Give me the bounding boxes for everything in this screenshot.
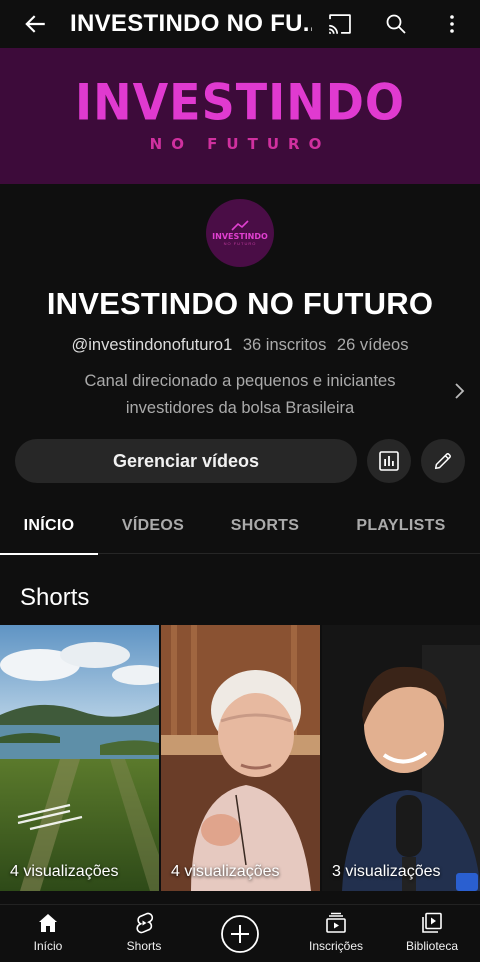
banner-title: INVESTINDO (74, 72, 406, 132)
shorts-section-title: Shorts (20, 584, 90, 611)
tab-playlists[interactable]: PLAYLISTS (322, 498, 480, 554)
nav-create[interactable] (192, 905, 288, 962)
nav-home[interactable]: Início (0, 905, 96, 962)
home-icon (39, 914, 57, 932)
back-button[interactable] (0, 0, 70, 48)
short-view-count: 4 visualizações (171, 863, 280, 880)
nav-subscriptions[interactable]: Inscrições (288, 905, 384, 962)
channel-name: INVESTINDO NO FUTURO (46, 286, 434, 321)
more-vertical-icon (450, 15, 454, 33)
channel-avatar[interactable]: INVESTINDO NO FUTURO (206, 199, 274, 267)
shorts-shelf: 4 visualizações 4 visualizações 3 visual… (0, 625, 480, 891)
description-line-2: investidores da bolsa Brasileira (125, 399, 355, 417)
short-view-count: 3 visualizações (332, 863, 441, 880)
page-title: INVESTINDO NO FU... (70, 10, 312, 37)
cast-button[interactable] (312, 0, 368, 48)
channel-meta: @investindonofuturo1 36 inscritos 26 víd… (0, 336, 480, 355)
create-plus-icon (221, 914, 259, 953)
channel-banner: INVESTINDO NO FUTURO (0, 48, 480, 184)
chevron-right-icon (455, 383, 465, 399)
short-thumbnail[interactable]: 3 visualizações (322, 625, 480, 891)
short-view-count: 4 visualizações (10, 863, 119, 880)
nav-shorts[interactable]: Shorts (96, 905, 192, 962)
shorts-icon (136, 912, 154, 934)
bull-icon (231, 220, 249, 231)
top-app-bar: INVESTINDO NO FU... (0, 0, 480, 48)
nav-label-subscriptions: Inscrições (308, 939, 364, 953)
channel-handle: @investindonofuturo1 (71, 336, 233, 354)
subscriptions-icon (326, 912, 346, 933)
nav-label-shorts: Shorts (126, 939, 162, 953)
avatar-text: INVESTINDO (212, 232, 268, 241)
description-line-1: Canal direcionado a pequenos e iniciante… (84, 372, 396, 390)
older-man-thumbnail (161, 625, 320, 891)
landscape-thumbnail (0, 625, 159, 891)
analytics-button[interactable] (367, 439, 411, 483)
short-thumbnail[interactable]: 4 visualizações (0, 625, 159, 891)
tab-shorts[interactable]: SHORTS (208, 498, 322, 554)
banner-subtitle: NO FUTURO (149, 135, 331, 153)
edit-channel-button[interactable] (421, 439, 465, 483)
description-expand[interactable] (450, 379, 470, 403)
channel-description[interactable]: Canal direcionado a pequenos e iniciante… (40, 368, 440, 422)
nav-label-library: Biblioteca (405, 939, 459, 953)
tab-videos[interactable]: VÍDEOS (98, 498, 208, 554)
video-count: 26 vídeos (336, 336, 409, 354)
channel-tabs: INÍCIO VÍDEOS SHORTS PLAYLISTS (0, 498, 480, 555)
back-arrow-icon (25, 15, 45, 33)
avatar-subtext: NO FUTURO (223, 241, 257, 246)
cast-icon (329, 14, 351, 34)
more-options-button[interactable] (424, 0, 480, 48)
podcast-host-thumbnail (322, 625, 480, 891)
short-thumbnail[interactable]: 4 visualizações (161, 625, 320, 891)
search-button[interactable] (368, 0, 424, 48)
manage-videos-button[interactable]: Gerenciar vídeos (15, 439, 357, 483)
tab-inicio[interactable]: INÍCIO (0, 498, 98, 555)
library-icon (422, 912, 442, 933)
nav-library[interactable]: Biblioteca (384, 905, 480, 962)
search-icon (386, 14, 406, 34)
bottom-navigation: Início Shorts Inscrições Biblioteca (0, 904, 480, 962)
nav-label-home: Início (33, 939, 63, 953)
analytics-icon (379, 451, 399, 471)
subscriber-count: 36 inscritos (242, 336, 327, 354)
pencil-icon (434, 453, 451, 470)
